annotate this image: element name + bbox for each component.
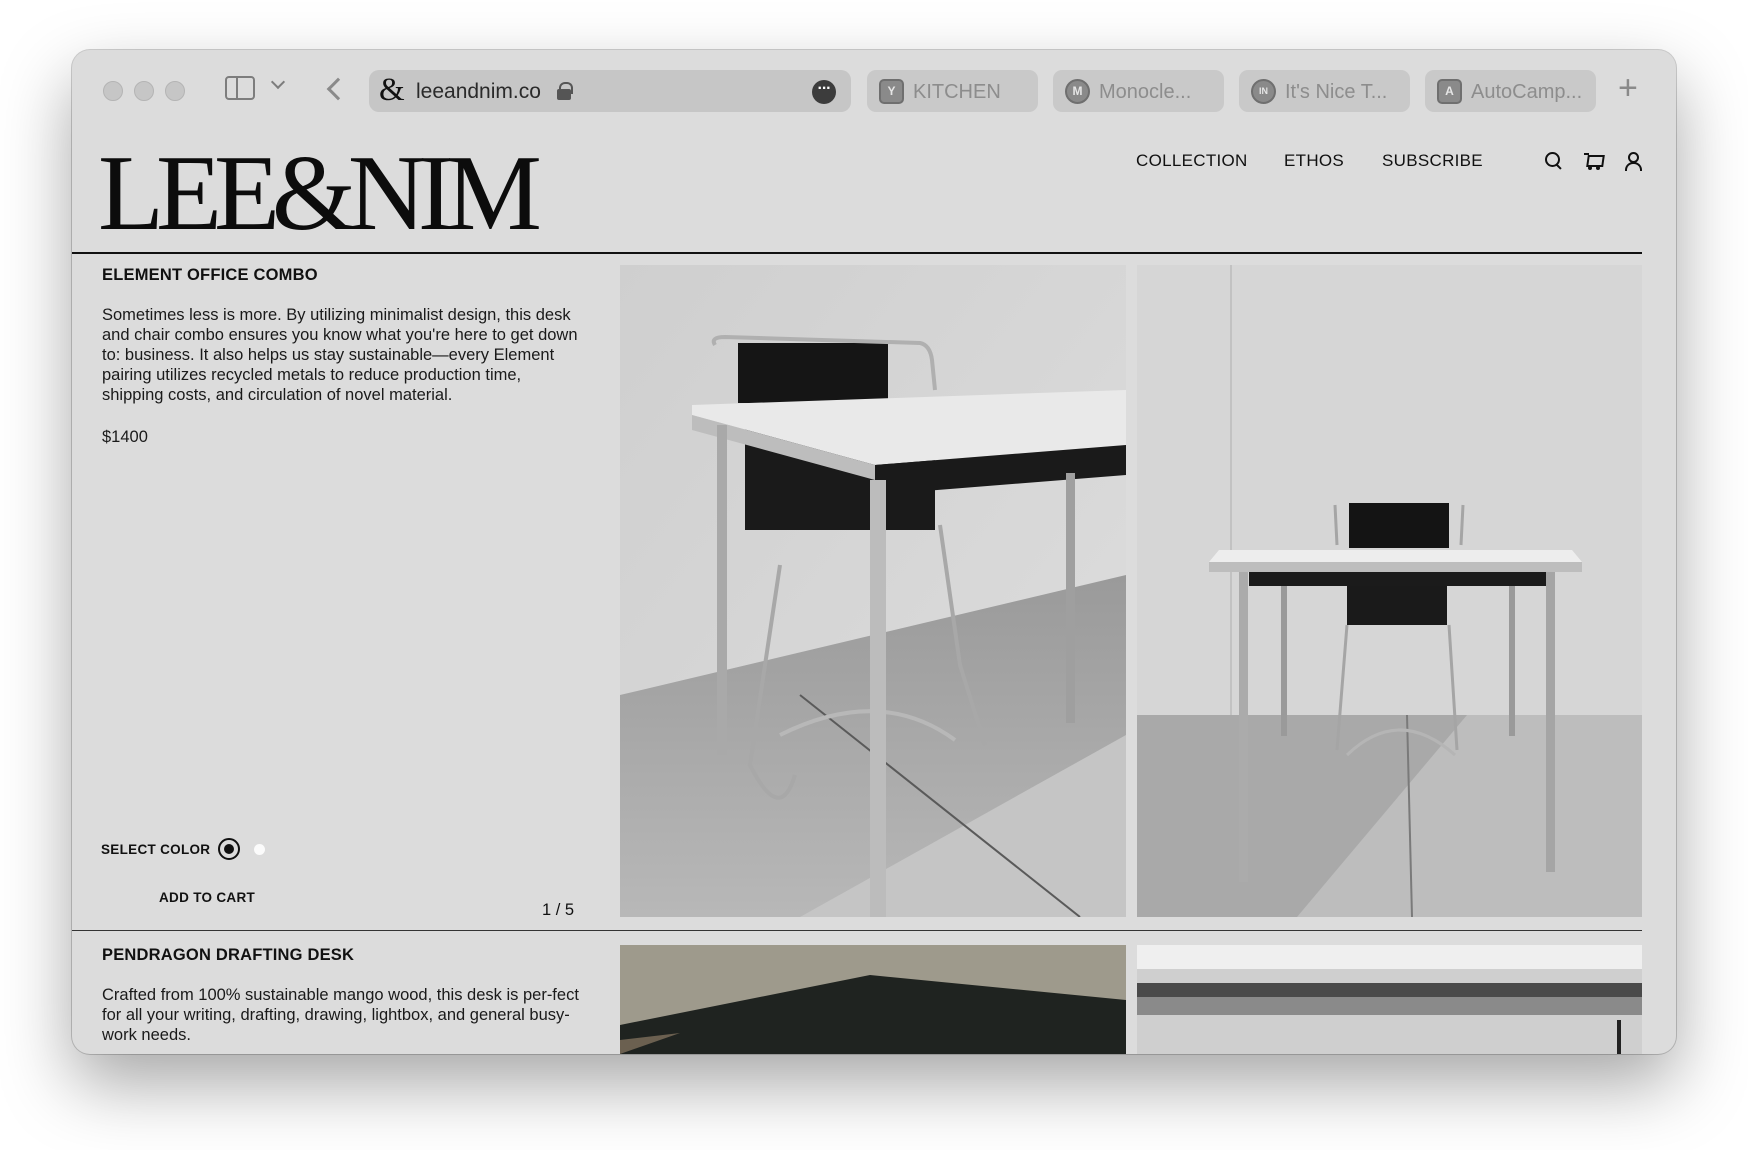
tab-autocamp[interactable]: A AutoCamp... (1425, 70, 1596, 112)
tab-label: KITCHEN (913, 81, 1001, 103)
product-price: $1400 (102, 428, 148, 446)
product-title: PENDRAGON DRAFTING DESK (102, 946, 355, 964)
search-icon[interactable] (1544, 151, 1564, 171)
select-color-label: SELECT COLOR (101, 842, 211, 857)
product-description: Sometimes less is more. By utilizing min… (102, 306, 578, 404)
site-logo[interactable]: LEE&NIM (98, 140, 542, 248)
browser-window: & leeandnim.co ··· Y KITCHEN M Monocle..… (72, 50, 1676, 1054)
nav-collection[interactable]: COLLECTION (1136, 151, 1248, 171)
tab-favicon: IN (1251, 79, 1276, 104)
tab-favicon: M (1065, 79, 1090, 104)
zoom-window-button[interactable] (165, 81, 185, 101)
more-options-icon[interactable]: ··· (812, 80, 836, 104)
product-image-angle[interactable] (620, 265, 1126, 917)
nav-subscribe[interactable]: SUBSCRIBE (1382, 151, 1483, 171)
nav-ethos[interactable]: ETHOS (1284, 151, 1344, 171)
close-window-button[interactable] (103, 81, 123, 101)
header-divider (72, 252, 1642, 254)
tab-monocle[interactable]: M Monocle... (1053, 70, 1224, 112)
product-image-front[interactable] (1137, 265, 1642, 917)
tab-favicon: A (1437, 79, 1462, 104)
image-counter: 1 / 5 (542, 901, 575, 919)
tab-kitchen[interactable]: Y KITCHEN (867, 70, 1038, 112)
new-tab-plus-icon[interactable]: + (1618, 68, 1638, 108)
product-image-desk-detail[interactable] (1137, 945, 1642, 1054)
product-description: Crafted from 100% sustainable mango wood… (102, 986, 579, 1044)
tab-label: It's Nice T... (1285, 81, 1388, 103)
site-favicon: & (379, 72, 405, 108)
tab-favicon: Y (879, 79, 904, 104)
tab-label: AutoCamp... (1471, 81, 1583, 103)
sidebar-toggle-icon[interactable] (225, 76, 255, 100)
url-text[interactable]: leeandnim.co (416, 80, 541, 104)
color-swatch-white[interactable] (254, 844, 265, 855)
color-swatch-black[interactable] (218, 838, 240, 860)
add-to-cart-button[interactable]: ADD TO CART (159, 890, 255, 905)
lock-icon (557, 82, 573, 100)
product-image-desk-wood[interactable] (620, 945, 1126, 1054)
minimize-window-button[interactable] (134, 81, 154, 101)
chevron-down-icon[interactable] (270, 74, 286, 90)
user-icon[interactable] (1622, 151, 1642, 171)
address-bar[interactable]: & leeandnim.co ··· (369, 70, 851, 112)
tab-its-nice[interactable]: IN It's Nice T... (1239, 70, 1410, 112)
product-divider (72, 930, 1642, 931)
cart-icon[interactable] (1584, 151, 1604, 171)
back-arrow-icon[interactable] (326, 77, 350, 101)
tab-label: Monocle... (1099, 81, 1192, 103)
product-title: ELEMENT OFFICE COMBO (102, 266, 318, 284)
